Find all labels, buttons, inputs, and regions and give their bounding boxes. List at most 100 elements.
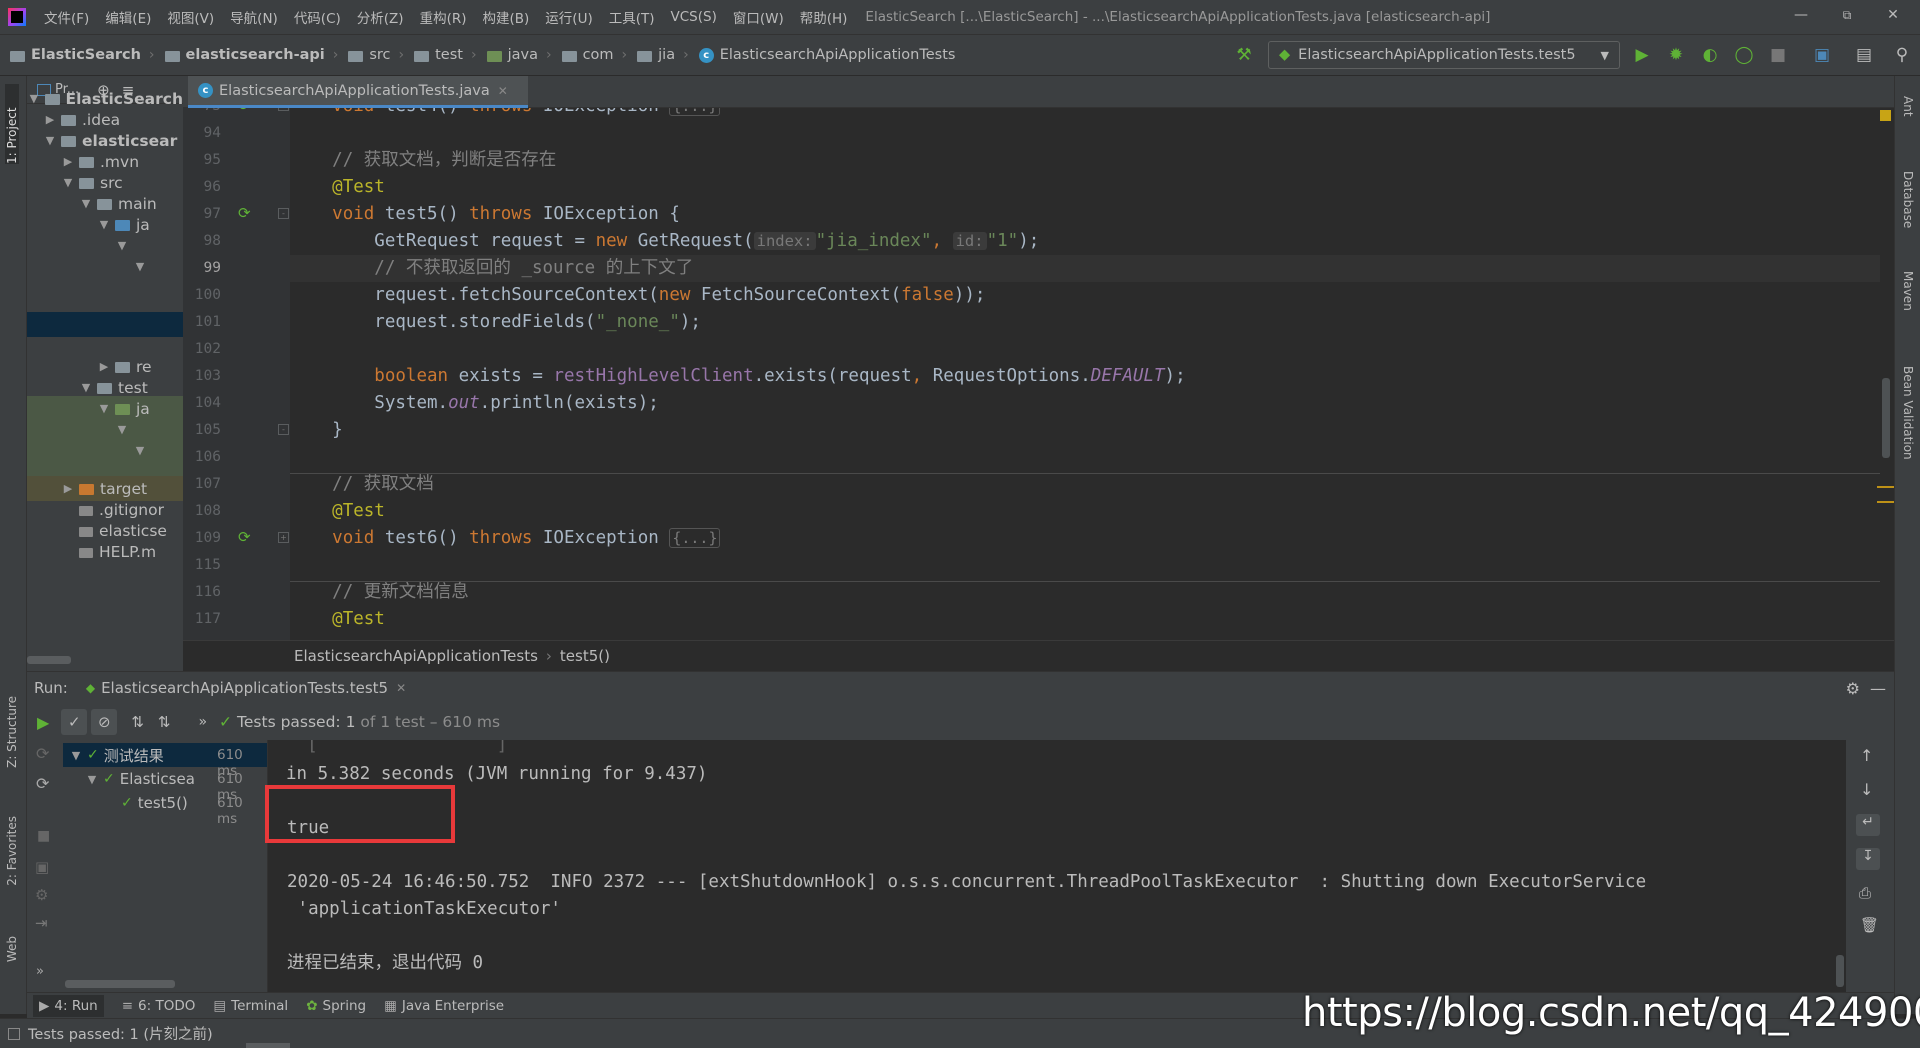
debug-icon[interactable]: ✹	[1664, 43, 1688, 67]
console-output[interactable]: [ ] in 5.382 seconds (JVM running for 9.…	[268, 740, 1846, 992]
breadcrumb-jia[interactable]: jia	[637, 47, 675, 63]
run-test-gutter-icon[interactable]: ⟳	[238, 528, 256, 546]
tool-tab-ant[interactable]: Ant	[1901, 96, 1915, 117]
rerun-icon[interactable]: ▶	[37, 713, 49, 732]
soft-wrap-icon[interactable]: ↵	[1856, 814, 1880, 836]
vertical-scrollbar[interactable]	[1882, 378, 1890, 458]
menu-view[interactable]: 视图(V)	[159, 7, 222, 27]
toggle-auto-test-icon[interactable]: ⟳	[36, 774, 49, 793]
menu-run[interactable]: 运行(U)	[537, 7, 600, 27]
arrow-down-icon[interactable]: ↓	[1860, 780, 1873, 799]
breadcrumb-com[interactable]: com	[561, 47, 614, 63]
menu-navigate[interactable]: 导航(N)	[222, 7, 286, 27]
tool-tab-web[interactable]: Web	[5, 936, 19, 962]
test-tree-class[interactable]: ▼ ✓ Elasticsea	[85, 767, 195, 791]
fold-marker-icon[interactable]: +	[278, 532, 289, 543]
tree-item-subpackage[interactable]: ▼	[27, 254, 183, 279]
menu-window[interactable]: 窗口(W)	[725, 7, 792, 27]
menu-vcs[interactable]: VCS(S)	[663, 9, 725, 25]
minimize-icon[interactable]: —	[1778, 0, 1824, 30]
run-configuration-select[interactable]: ◆ ElasticsearchApiApplicationTests.test5…	[1268, 41, 1620, 69]
settings-icon[interactable]: ⚙	[35, 886, 48, 904]
tool-tab-structure[interactable]: Z: Structure	[5, 696, 19, 768]
close-icon[interactable]: ✕	[1870, 0, 1916, 30]
run-test-gutter-icon[interactable]: ⟳	[238, 204, 256, 222]
menu-tools[interactable]: 工具(T)	[601, 7, 663, 27]
restore-icon[interactable]: ⧉	[1824, 0, 1870, 30]
breadcrumb-class[interactable]: ElasticsearchApiApplicationTests	[294, 647, 538, 665]
tool-tab-favorites[interactable]: 2: Favorites	[5, 816, 19, 886]
arrow-up-icon[interactable]: ↑	[1860, 746, 1873, 765]
camera-icon[interactable]: ▣	[35, 858, 49, 876]
breadcrumb-java[interactable]: java	[486, 47, 538, 63]
menu-code[interactable]: 代码(C)	[286, 7, 349, 27]
tree-item-test-subpackage[interactable]: ▼	[27, 438, 183, 463]
menu-edit[interactable]: 编辑(E)	[97, 7, 159, 27]
coverage-icon[interactable]: ◐	[1698, 43, 1722, 67]
run-tab[interactable]: ElasticsearchApiApplicationTests.test5	[101, 679, 388, 697]
warning-marker[interactable]	[1877, 501, 1894, 503]
more-icon[interactable]: »	[198, 714, 207, 730]
stop-icon[interactable]: ■	[1766, 43, 1790, 67]
tool-tab-terminal[interactable]: ▤ Terminal	[213, 998, 288, 1014]
tool-tab-bean-validation[interactable]: Bean Validation	[1901, 366, 1915, 460]
scroll-to-end-icon[interactable]: ↧	[1856, 848, 1880, 870]
folded-code[interactable]: {...}	[669, 108, 721, 116]
hide-panel-icon[interactable]: —	[1870, 679, 1886, 698]
show-ignored-icon[interactable]: ⊘	[91, 709, 118, 735]
keyword: void	[332, 108, 374, 116]
menu-analyze[interactable]: 分析(Z)	[349, 7, 412, 27]
warning-marker[interactable]	[1877, 486, 1894, 488]
show-passed-icon[interactable]: ✓	[61, 709, 88, 735]
profile-icon[interactable]: ◯	[1732, 43, 1756, 67]
folded-code[interactable]: {...}	[669, 528, 721, 548]
fold-marker-icon[interactable]: -	[278, 208, 289, 219]
panel-toggle-icon[interactable]	[8, 1027, 20, 1040]
sort-duration-icon[interactable]: ⇅	[158, 713, 171, 731]
search-icon[interactable]: ⚲	[1890, 43, 1914, 67]
tool-tab-todo[interactable]: ≡ 6: TODO	[122, 998, 196, 1014]
menu-file[interactable]: 文件(F)	[36, 7, 97, 27]
stop-icon[interactable]: ■	[37, 828, 50, 844]
close-tab-icon[interactable]: ✕	[396, 681, 406, 695]
sort-alpha-icon[interactable]: ⇅	[131, 713, 144, 731]
tool-tab-run[interactable]: ▶ 4: Run	[33, 994, 104, 1017]
horizontal-scrollbar[interactable]	[65, 980, 175, 988]
test-tree-method[interactable]: ✓ test5()	[121, 791, 188, 815]
build-hammer-icon[interactable]: ⚒	[1232, 43, 1256, 67]
exit-icon[interactable]: ⇥	[35, 914, 48, 932]
menu-help[interactable]: 帮助(H)	[792, 7, 856, 27]
horizontal-scrollbar[interactable]	[27, 656, 71, 664]
code-editor[interactable]: void test4() throws IOException {...} //…	[290, 108, 1880, 640]
more-icon[interactable]: »	[36, 964, 44, 979]
warning-indicator-icon[interactable]	[1880, 110, 1891, 121]
breadcrumb-module[interactable]: elasticsearch-api	[164, 47, 325, 63]
menu-refactor[interactable]: 重构(R)	[412, 7, 475, 27]
breadcrumb-test[interactable]: test	[414, 47, 463, 63]
presentation-icon[interactable]: ▤	[1852, 43, 1876, 67]
fold-marker-icon[interactable]: +	[278, 108, 289, 111]
gear-icon[interactable]: ⚙	[1846, 679, 1860, 698]
breadcrumb-class[interactable]: c ElasticsearchApiApplicationTests	[698, 47, 955, 63]
test-tree-root[interactable]: ▼ ✓ 测试结果	[69, 743, 164, 767]
vertical-scrollbar[interactable]	[1836, 955, 1844, 987]
fold-marker-icon[interactable]: -	[278, 424, 289, 435]
editor-tab-active[interactable]: c ElasticsearchApiApplicationTests.java …	[188, 76, 528, 108]
project-structure-icon[interactable]: ▣	[1810, 43, 1834, 67]
close-tab-icon[interactable]: ✕	[498, 84, 508, 98]
tool-tab-java-enterprise[interactable]: ▦ Java Enterprise	[384, 998, 504, 1014]
run-icon[interactable]: ▶	[1630, 43, 1654, 67]
tree-item-help[interactable]: HELP.m	[27, 539, 183, 564]
tool-tab-spring[interactable]: ✿ Spring	[306, 998, 366, 1014]
print-icon[interactable]: ⎙	[1859, 884, 1871, 902]
run-test-gutter-icon[interactable]: ⟳	[238, 108, 256, 114]
tool-tab-database[interactable]: Database	[1901, 171, 1915, 228]
breadcrumb-method[interactable]: test5()	[560, 647, 610, 665]
rerun-failed-icon[interactable]: ⟳	[36, 744, 49, 763]
tool-tab-maven[interactable]: Maven	[1901, 271, 1915, 311]
menu-build[interactable]: 构建(B)	[475, 7, 538, 27]
breadcrumb-project[interactable]: ElasticSearch	[10, 47, 141, 63]
tool-tab-project[interactable]: 1: Project	[5, 84, 19, 164]
breadcrumb-src[interactable]: src	[348, 47, 391, 63]
trash-icon[interactable]: 🗑	[1860, 916, 1879, 934]
